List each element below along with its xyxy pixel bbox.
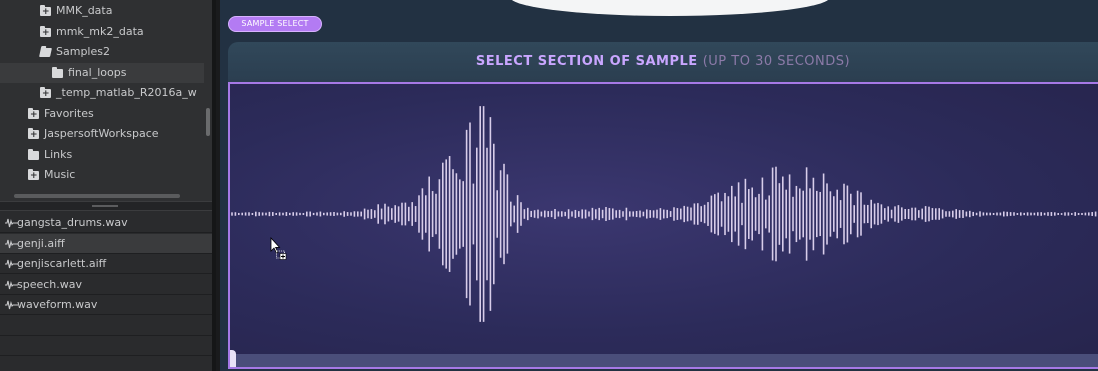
folder-item[interactable]: Favorites bbox=[0, 104, 204, 124]
folder-plus-icon bbox=[28, 105, 39, 124]
sample-section-header: SELECT SECTION OF SAMPLE (UP TO 30 SECON… bbox=[228, 42, 1098, 82]
folder-item[interactable]: Music bbox=[0, 165, 204, 185]
folder-item-label: Music bbox=[44, 168, 76, 181]
folder-tree: MMK_data mmk_mk2_data Samples2 final_loops _… bbox=[0, 0, 212, 201]
file-list-empty-row bbox=[0, 336, 212, 356]
file-item[interactable]: speech.wav bbox=[0, 275, 212, 295]
folder-item-label: mmk_mk2_data bbox=[56, 24, 144, 38]
selection-start-handle[interactable] bbox=[230, 350, 236, 367]
folder-item[interactable]: _temp_matlab_R2016a_w bbox=[0, 83, 204, 103]
title-main: SELECT SECTION OF SAMPLE bbox=[475, 54, 698, 69]
folder-item-label: Samples2 bbox=[56, 45, 110, 58]
title-sub: (UP TO 30 SECONDS) bbox=[702, 54, 851, 69]
folder-plus-icon bbox=[28, 125, 39, 144]
folder-item-label: final_loops bbox=[68, 65, 127, 79]
file-item-label: genji.aiff bbox=[17, 236, 65, 250]
file-item[interactable]: waveform.wav bbox=[0, 295, 212, 315]
file-item-label: speech.wav bbox=[17, 277, 83, 291]
folder-item[interactable]: Links bbox=[0, 145, 204, 165]
file-list: gangsta_drums.wav genji.aiff genjiscarlett… bbox=[0, 211, 212, 371]
folder-item-label: _temp_matlab_R2016a_w bbox=[56, 86, 197, 99]
file-browser-panel: MMK_data mmk_mk2_data Samples2 final_loops _… bbox=[0, 0, 216, 371]
file-item[interactable]: genji.aiff bbox=[0, 233, 212, 254]
folder-item-label: JaspersoftWorkspace bbox=[44, 127, 159, 140]
folder-tree-vertical-scrollbar[interactable] bbox=[206, 108, 210, 136]
file-item[interactable]: gangsta_drums.wav bbox=[0, 213, 212, 233]
splitter-grip-icon[interactable] bbox=[92, 205, 118, 207]
selection-scrub-bar[interactable] bbox=[230, 354, 1098, 367]
folder-plus-icon bbox=[40, 23, 51, 42]
waveform-display[interactable] bbox=[230, 84, 1098, 367]
folder-item[interactable]: JaspersoftWorkspace bbox=[0, 124, 204, 144]
folder-item-label: Links bbox=[44, 147, 73, 161]
file-item-label: waveform.wav bbox=[17, 298, 98, 311]
folder-item-label: MMK_data bbox=[56, 4, 113, 17]
folder-plus-icon bbox=[40, 2, 51, 21]
folder-item[interactable]: MMK_data bbox=[0, 1, 204, 21]
folder-tree-horizontal-scrollbar[interactable] bbox=[14, 194, 180, 198]
file-list-empty-row bbox=[0, 316, 212, 336]
file-item-label: genjiscarlett.aiff bbox=[17, 257, 107, 270]
panel-splitter[interactable] bbox=[0, 201, 212, 211]
sample-select-panel: SAMPLE SELECT SELECT SECTION OF SAMPLE (… bbox=[220, 0, 1098, 371]
folder-item[interactable]: Samples2 bbox=[0, 42, 204, 62]
folder-item[interactable]: mmk_mk2_data bbox=[0, 22, 204, 42]
sample-section-title: SELECT SECTION OF SAMPLE (UP TO 30 SECON… bbox=[228, 42, 1098, 82]
folder-open-icon bbox=[39, 48, 52, 57]
waveform-selection-area[interactable] bbox=[228, 82, 1098, 369]
file-item[interactable]: genjiscarlett.aiff bbox=[0, 254, 212, 274]
sample-select-tab[interactable]: SAMPLE SELECT bbox=[228, 16, 322, 32]
drag-copy-cursor-icon bbox=[270, 237, 287, 260]
folder-item[interactable]: final_loops bbox=[0, 62, 204, 83]
folder-plus-icon bbox=[40, 84, 51, 103]
folder-icon bbox=[52, 66, 63, 78]
top-dial-edge bbox=[510, 0, 830, 16]
folder-item-label: Favorites bbox=[44, 106, 94, 120]
file-item-label: gangsta_drums.wav bbox=[17, 216, 128, 229]
folder-plus-icon bbox=[28, 166, 39, 185]
file-list-empty-row bbox=[0, 357, 212, 371]
folder-icon bbox=[28, 148, 39, 160]
